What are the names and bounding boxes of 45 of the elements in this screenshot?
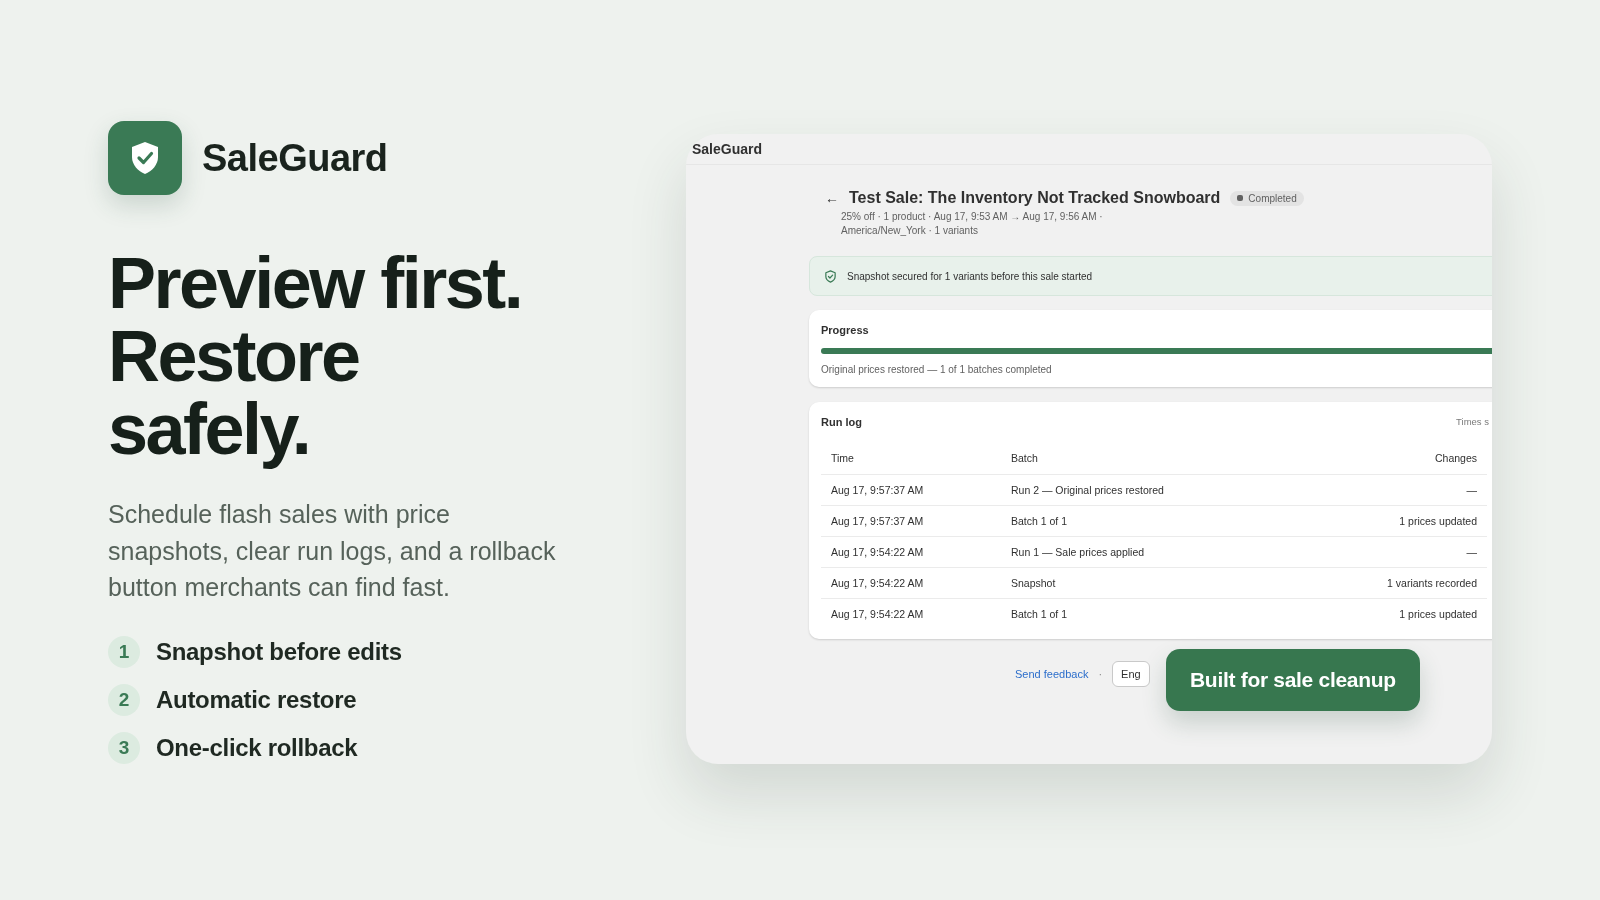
- progress-caption: Original prices restored — 1 of 1 batches completed: [821, 364, 1053, 375]
- language-button[interactable]: Eng: [1112, 661, 1150, 687]
- table-cell: 1 prices updated: [1298, 598, 1487, 629]
- feature-label: Automatic restore: [156, 685, 357, 714]
- feedback-link[interactable]: Send feedback: [1015, 668, 1089, 680]
- step-number: 2: [108, 683, 140, 716]
- separator: ·: [1098, 668, 1103, 680]
- table-cell: —: [1298, 474, 1487, 506]
- table-cell: Aug 17, 9:54:22 AM: [821, 567, 1001, 599]
- brand-name: SaleGuard: [202, 136, 388, 180]
- table-cell: Run 1 — Sale prices applied: [1001, 536, 1299, 568]
- page-title: Test Sale: The Inventory Not Tracked Snowboard: [849, 189, 1221, 207]
- logo-icon: [108, 121, 182, 195]
- back-button[interactable]: ←: [821, 190, 843, 206]
- table-cell: Aug 17, 9:54:22 AM: [821, 536, 1001, 568]
- table-cell: Aug 17, 9:57:37 AM: [821, 505, 1001, 537]
- step-number: 1: [108, 635, 140, 668]
- card-title: Run log: [821, 416, 862, 428]
- status-badge: Completed: [1230, 190, 1304, 206]
- banner-text: Snapshot secured for 1 variants before this sale started: [847, 270, 1093, 282]
- feature-label: One-click rollback: [156, 733, 358, 762]
- feature-label: Snapshot before edits: [156, 637, 402, 666]
- table-cell: Aug 17, 9:54:22 AM: [821, 598, 1001, 629]
- sale-details: America/New_York · 1 variants: [841, 224, 978, 238]
- step-number: 3: [108, 731, 140, 764]
- table-cell: Aug 17, 9:57:37 AM: [821, 474, 1001, 506]
- sale-details: 25% off · 1 product · Aug 17, 9:53 AM → Aug 17, 9:56 AM ·: [841, 210, 1103, 224]
- table-cell: Run 2 — Original prices restored: [1001, 474, 1299, 506]
- headline: Preview first.: [108, 247, 522, 320]
- shield-check-icon: [824, 269, 837, 283]
- column-header: Time: [821, 442, 1001, 475]
- column-header: Changes: [1298, 442, 1487, 475]
- description: Schedule flash sales with price snapshots, clear run logs, and a rollback button merchants can find fast.: [108, 499, 557, 603]
- headline: Restore: [108, 320, 359, 393]
- table-cell: Snapshot: [1001, 567, 1299, 599]
- table-cell: —: [1298, 536, 1487, 568]
- table-cell: Batch 1 of 1: [1001, 598, 1299, 629]
- table-cell: 1 variants recorded: [1298, 567, 1487, 599]
- callout-badge: Built for sale cleanup: [1166, 649, 1420, 711]
- card-title: Progress: [821, 324, 870, 336]
- table-cell: 1 prices updated: [1298, 505, 1487, 537]
- column-header: Batch: [1001, 442, 1299, 475]
- timezone-note: Times s: [1456, 416, 1489, 428]
- app-name: SaleGuard: [692, 141, 763, 157]
- table-cell: Batch 1 of 1: [1001, 505, 1299, 537]
